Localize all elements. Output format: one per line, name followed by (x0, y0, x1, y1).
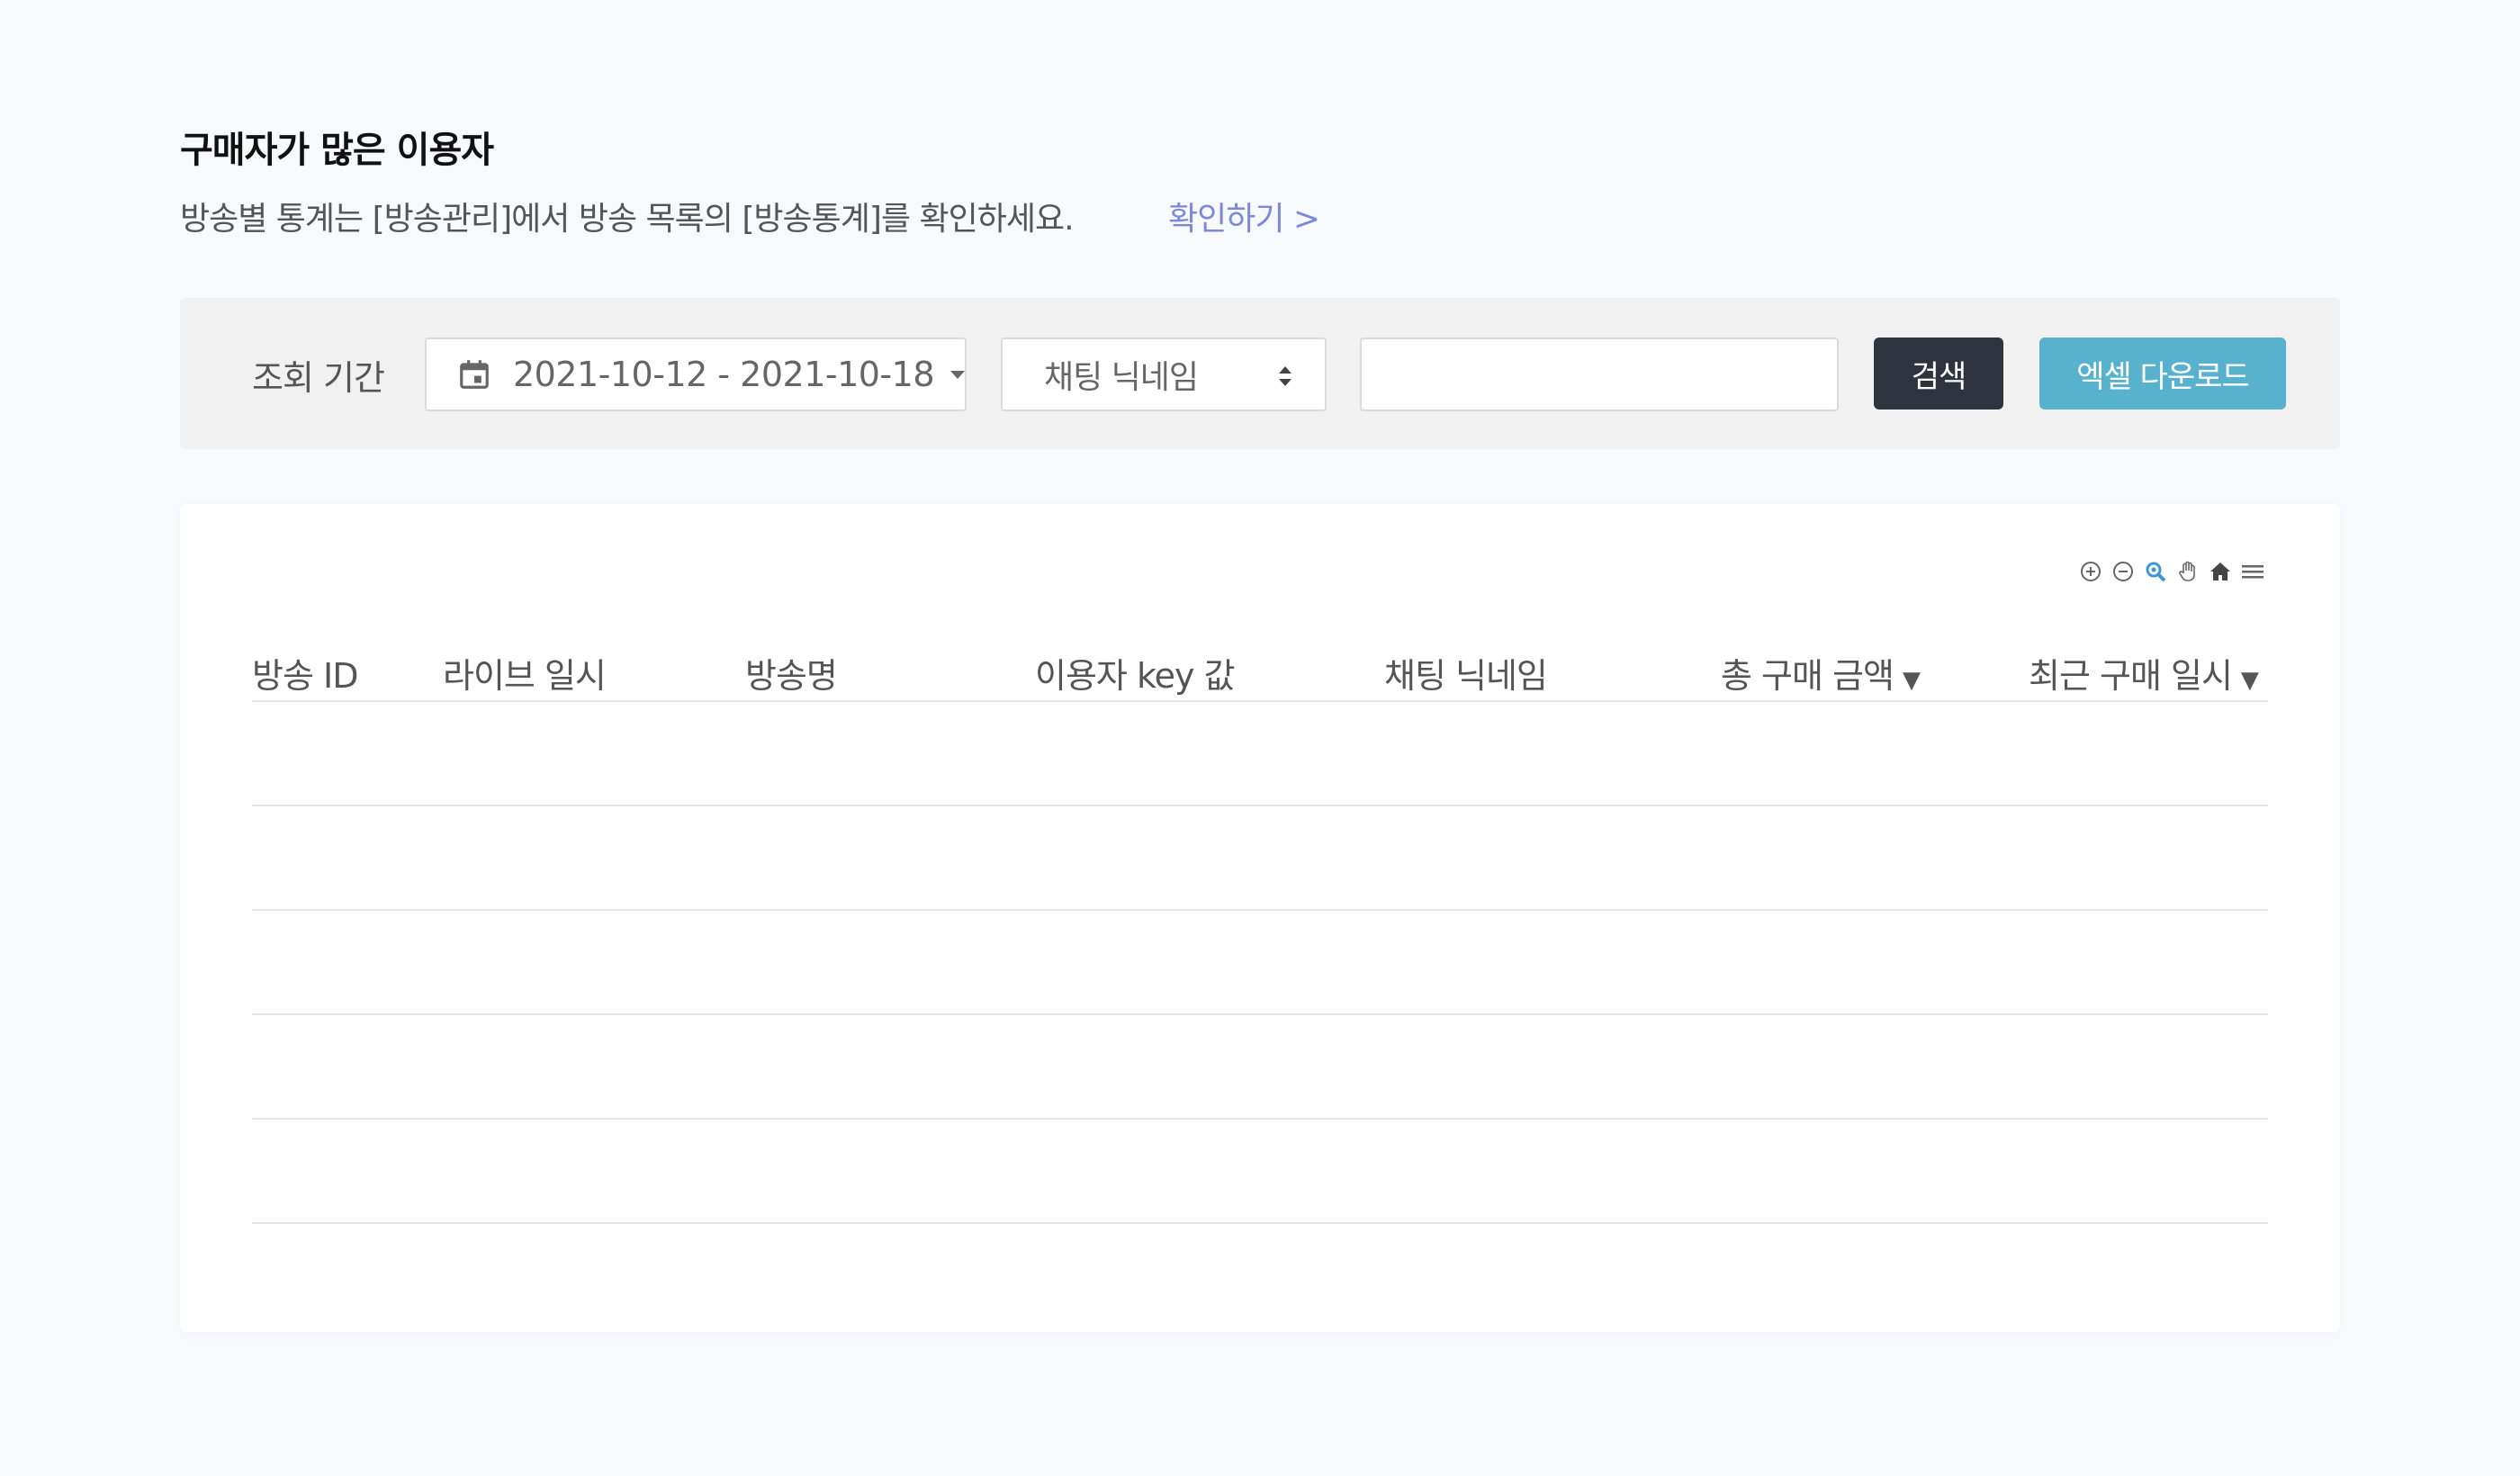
excel-download-button[interactable]: 엑셀 다운로드 (2039, 338, 2286, 410)
results-card: 방송 ID 라이브 일시 방송명 이용자 key 값 채팅 닉네임 총 구매 금… (180, 504, 2340, 1332)
sort-desc-icon[interactable]: ▼ (2241, 667, 2259, 694)
table-row (252, 702, 2268, 806)
menu-icon[interactable] (2239, 558, 2266, 585)
column-label: 라이브 일시 (443, 656, 607, 696)
column-header-broadcast-name: 방송명 (745, 648, 838, 698)
table-row (252, 1015, 2268, 1120)
column-header-broadcast-id: 방송 ID (252, 648, 358, 698)
table-row (252, 806, 2268, 911)
sort-desc-icon[interactable]: ▼ (1903, 667, 1921, 694)
column-label: 방송 ID (252, 656, 358, 696)
column-header-live-datetime: 라이브 일시 (443, 648, 607, 698)
confirm-link[interactable]: 확인하기 > (1168, 193, 1320, 239)
column-header-total-purchase[interactable]: 총 구매 금액 ▼ (1721, 648, 1921, 698)
filter-bar: 조회 기간 2021-10-12 - 2021-10-18 채팅 닉네임 검색 … (180, 298, 2340, 449)
select-arrows-icon (1279, 366, 1292, 386)
page-description: 방송별 통계는 [방송관리]에서 방송 목록의 [방송통계]를 확인하세요. (180, 201, 1075, 238)
table-header: 방송 ID 라이브 일시 방송명 이용자 key 값 채팅 닉네임 총 구매 금… (252, 621, 2268, 702)
magnify-icon[interactable] (2142, 558, 2169, 585)
column-label: 최근 구매 일시 (2029, 656, 2233, 696)
date-range-text: 2021-10-12 - 2021-10-18 (512, 355, 935, 394)
pan-hand-icon[interactable] (2174, 558, 2201, 585)
search-input[interactable] (1360, 338, 1839, 411)
column-header-recent-purchase[interactable]: 최근 구매 일시 ▼ (2029, 648, 2259, 698)
period-label: 조회 기간 (252, 358, 385, 398)
table-row (252, 911, 2268, 1015)
zoom-in-icon[interactable] (2077, 558, 2104, 585)
caret-down-icon (950, 370, 965, 379)
column-label: 이용자 key 값 (1035, 656, 1236, 696)
chart-toolbar (2077, 558, 2266, 585)
calendar-icon (460, 360, 489, 389)
results-table: 방송 ID 라이브 일시 방송명 이용자 key 값 채팅 닉네임 총 구매 금… (252, 621, 2268, 1224)
table-row (252, 1120, 2268, 1224)
column-label: 채팅 닉네임 (1384, 656, 1548, 696)
column-label: 총 구매 금액 (1721, 656, 1894, 696)
zoom-out-icon[interactable] (2110, 558, 2137, 585)
home-icon[interactable] (2207, 558, 2234, 585)
page: 구매자가 많은 이용자 방송별 통계는 [방송관리]에서 방송 목록의 [방송통… (0, 0, 2520, 1476)
column-header-user-key: 이용자 key 값 (1035, 648, 1236, 698)
column-header-chat-nickname: 채팅 닉네임 (1384, 648, 1548, 698)
search-field-select[interactable]: 채팅 닉네임 (1001, 338, 1327, 411)
date-range-picker[interactable]: 2021-10-12 - 2021-10-18 (425, 338, 967, 411)
page-title: 구매자가 많은 이용자 (180, 130, 494, 171)
search-field-select-value: 채팅 닉네임 (1044, 359, 1199, 396)
column-label: 방송명 (745, 656, 838, 696)
search-button[interactable]: 검색 (1874, 338, 2003, 410)
